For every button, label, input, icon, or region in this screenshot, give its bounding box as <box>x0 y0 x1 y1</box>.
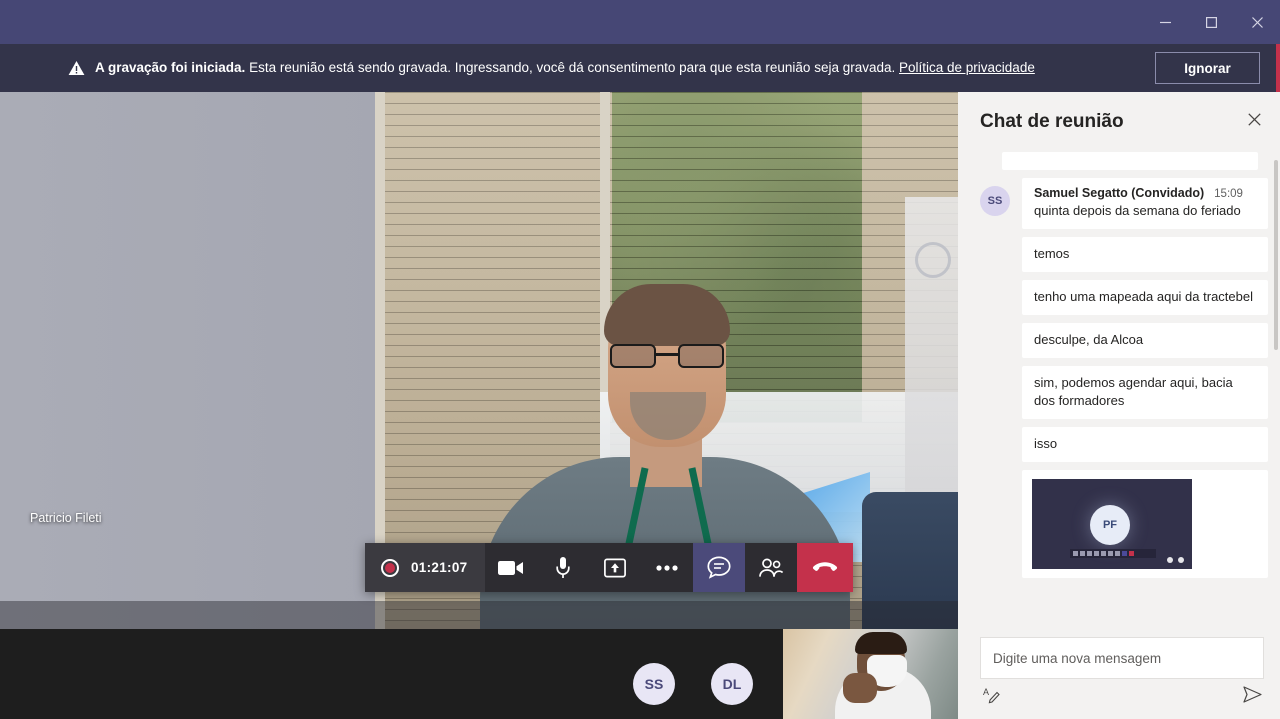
record-dot-icon <box>381 558 399 577</box>
message-text: temos <box>1034 246 1070 261</box>
send-message-button[interactable] <box>1240 685 1264 709</box>
chat-message[interactable]: isso <box>980 427 1268 462</box>
avatar[interactable]: DL <box>711 663 753 705</box>
recording-banner: A gravação foi iniciada. Esta reunião es… <box>0 44 1280 92</box>
teams-meeting-window: A gravação foi iniciada. Esta reunião es… <box>0 0 1280 719</box>
message-bubble: temos <box>1022 237 1268 272</box>
message-timestamp: 15:09 <box>1214 188 1243 200</box>
chat-panel-title: Chat de reunião <box>980 111 1124 132</box>
maximize-button[interactable] <box>1188 0 1234 44</box>
message-input[interactable]: Digite uma nova mensagem <box>980 637 1264 679</box>
recording-timer: 01:21:07 <box>411 560 468 575</box>
privacy-policy-link[interactable]: Política de privacidade <box>899 60 1035 75</box>
format-text-icon: A <box>983 686 1001 709</box>
chat-message[interactable]: SS Samuel Segatto (Convidado) 15:09 quin… <box>980 178 1268 229</box>
share-screen-icon <box>604 558 627 578</box>
chat-compose-area: Digite uma nova mensagem A <box>958 629 1280 719</box>
participants-button[interactable] <box>745 543 797 592</box>
participants-icon <box>758 558 784 578</box>
thumbnail-toolbar <box>1070 549 1156 558</box>
message-input-placeholder: Digite uma nova mensagem <box>993 650 1162 666</box>
svg-text:A: A <box>983 687 989 697</box>
chat-message-list[interactable]: SS Samuel Segatto (Convidado) 15:09 quin… <box>958 152 1280 629</box>
dismiss-banner-button[interactable]: Ignorar <box>1155 52 1260 84</box>
microphone-icon <box>555 556 571 580</box>
message-meta: Samuel Segatto (Convidado) 15:09 <box>1034 186 1256 200</box>
message-author: Samuel Segatto (Convidado) <box>1034 186 1205 200</box>
chat-message-attachment[interactable]: PF <box>980 470 1268 578</box>
close-button[interactable] <box>1234 0 1280 44</box>
chat-message[interactable]: tenho uma mapeada aqui da tractebel <box>980 280 1268 315</box>
send-icon <box>1242 686 1262 708</box>
close-chat-button[interactable] <box>1238 106 1270 138</box>
participant-name-label: Patricio Fileti <box>30 511 102 525</box>
camera-button[interactable] <box>485 543 537 592</box>
compose-toolbar: A <box>980 679 1264 709</box>
message-text: desculpe, da Alcoa <box>1034 332 1144 347</box>
window-titlebar <box>0 0 1280 44</box>
camera-icon <box>498 559 524 577</box>
meeting-chat-panel: Chat de reunião SS Samuel Segatto (Convi… <box>958 92 1280 719</box>
selfview-hair <box>855 632 907 654</box>
chat-message[interactable]: temos <box>980 237 1268 272</box>
avatar: SS <box>980 186 1010 216</box>
more-options-icon <box>656 564 679 571</box>
message-bubble: PF <box>1022 470 1268 578</box>
chat-icon <box>707 556 732 579</box>
avatar: PF <box>1090 505 1130 545</box>
banner-bold-text: A gravação foi iniciada. <box>95 60 246 75</box>
meeting-controls-toolbar: 01:21:07 <box>365 543 854 592</box>
figure-hair <box>604 284 730 346</box>
banner-message: A gravação foi iniciada. Esta reunião es… <box>95 59 1035 77</box>
chat-scrollbar[interactable] <box>1274 160 1278 350</box>
microphone-button[interactable] <box>537 543 589 592</box>
warning-triangle-icon <box>68 60 85 76</box>
filmstrip-avatars: SS DL <box>633 641 753 705</box>
chat-message[interactable]: sim, podemos agendar aqui, bacia dos for… <box>980 366 1268 419</box>
message-bubble: desculpe, da Alcoa <box>1022 323 1268 358</box>
message-text: tenho uma mapeada aqui da tractebel <box>1034 289 1253 304</box>
message-text: sim, podemos agendar aqui, bacia dos for… <box>1034 375 1233 408</box>
image-attachment-thumbnail[interactable]: PF <box>1032 479 1192 569</box>
message-bubble: tenho uma mapeada aqui da tractebel <box>1022 280 1268 315</box>
close-icon <box>1247 113 1261 131</box>
message-bubble: isso <box>1022 427 1268 462</box>
share-screen-button[interactable] <box>589 543 641 592</box>
selfview-hand <box>843 673 877 703</box>
banner-body-text: Esta reunião está sendo gravada. Ingress… <box>245 60 899 75</box>
message-bubble: Samuel Segatto (Convidado) 15:09 quinta … <box>1022 178 1268 229</box>
hangup-button[interactable] <box>797 543 854 592</box>
thumbnail-avatars <box>1167 557 1184 563</box>
message-bubble: sim, podemos agendar aqui, bacia dos for… <box>1022 366 1268 419</box>
message-text: isso <box>1034 436 1058 451</box>
chat-message[interactable]: desculpe, da Alcoa <box>980 323 1268 358</box>
format-text-button[interactable]: A <box>980 685 1004 709</box>
avatar[interactable]: SS <box>633 663 675 705</box>
glasses-icon <box>610 344 724 368</box>
message-partial <box>1002 152 1258 170</box>
wall-logo-icon <box>915 242 951 278</box>
message-text: quinta depois da semana do feriado <box>1034 203 1241 218</box>
banner-accent-edge <box>1276 44 1280 92</box>
self-video-tile[interactable] <box>783 629 958 719</box>
chat-header: Chat de reunião <box>958 92 1280 152</box>
chat-button[interactable] <box>693 543 746 592</box>
hangup-icon <box>812 561 838 574</box>
recording-indicator: 01:21:07 <box>365 543 486 592</box>
desk-surface <box>0 601 958 629</box>
minimize-button[interactable] <box>1142 0 1188 44</box>
more-options-button[interactable] <box>641 543 693 592</box>
